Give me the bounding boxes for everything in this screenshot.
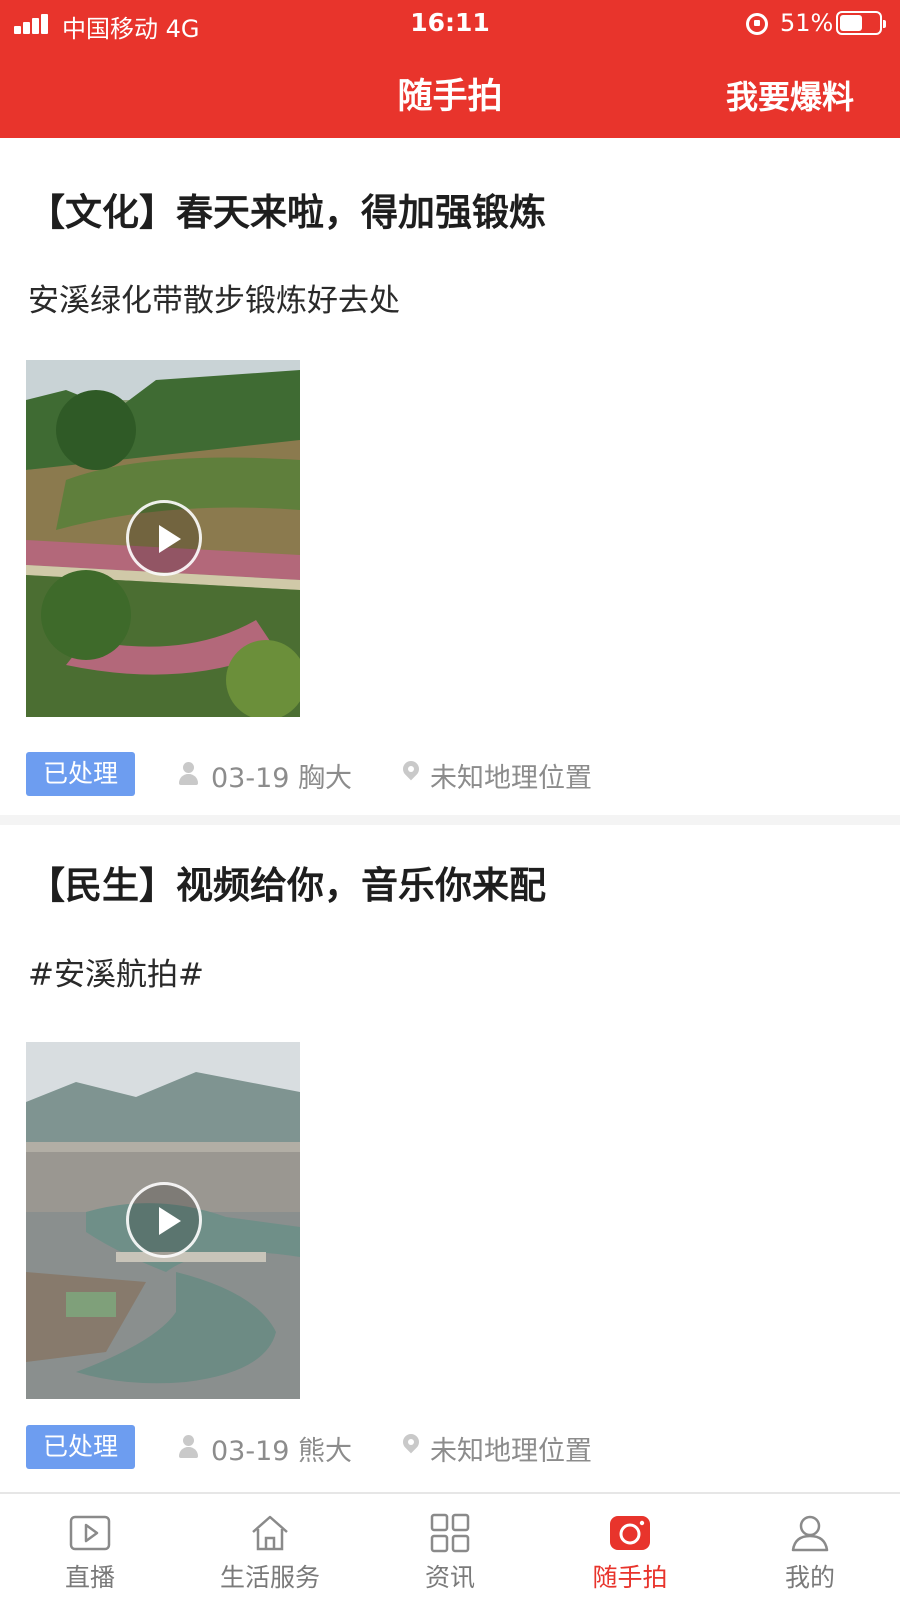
post-date-author: 03-19 熊大 bbox=[211, 1436, 353, 1467]
home-icon bbox=[252, 1515, 288, 1551]
feed-post[interactable]: 【民生】视频给你，音乐你来配 #安溪航拍# 已处理 03-19 熊大 未知地理位… bbox=[0, 825, 900, 1492]
status-badge: 已处理 bbox=[26, 1425, 135, 1469]
post-divider bbox=[0, 815, 900, 825]
tab-news[interactable]: 资讯 bbox=[360, 1494, 540, 1600]
post-description: 安溪绿化带散步锻炼好去处 bbox=[28, 283, 400, 319]
post-location: 未知地理位置 bbox=[430, 763, 592, 794]
tab-label: 我的 bbox=[784, 1563, 835, 1592]
tab-label: 资讯 bbox=[424, 1563, 475, 1592]
post-date-author: 03-19 胸大 bbox=[211, 763, 353, 794]
bottom-tab-bar: 直播 生活服务 资讯 随手拍 我的 bbox=[0, 1492, 900, 1600]
status-bar: 中国移动 4G 16:11 51% bbox=[0, 0, 900, 46]
camera-icon bbox=[610, 1516, 650, 1550]
play-icon bbox=[69, 1515, 111, 1551]
post-title[interactable]: 【文化】春天来啦，得加强锻炼 bbox=[28, 182, 546, 236]
play-icon[interactable] bbox=[126, 500, 202, 576]
tab-label: 直播 bbox=[64, 1563, 115, 1592]
location-pin-icon bbox=[402, 1434, 420, 1458]
feed-post[interactable]: 【文化】春天来啦，得加强锻炼 安溪绿化带散步锻炼好去处 已处理 03-19 胸大… bbox=[0, 138, 900, 815]
app-header: 中国移动 4G 16:11 51% 随手拍 我要爆料 bbox=[0, 0, 900, 138]
battery-icon bbox=[836, 11, 886, 35]
tab-label: 随手拍 bbox=[592, 1563, 668, 1592]
tab-snapshot[interactable]: 随手拍 bbox=[540, 1494, 720, 1600]
video-thumbnail[interactable] bbox=[26, 1042, 300, 1399]
user-icon bbox=[178, 1435, 198, 1459]
play-icon[interactable] bbox=[126, 1182, 202, 1258]
post-location: 未知地理位置 bbox=[430, 1436, 592, 1467]
status-badge: 已处理 bbox=[26, 752, 135, 796]
post-meta: 已处理 03-19 胸大 未知地理位置 bbox=[0, 752, 900, 798]
post-meta: 已处理 03-19 熊大 未知地理位置 bbox=[0, 1425, 900, 1471]
tab-profile[interactable]: 我的 bbox=[720, 1494, 900, 1600]
profile-icon bbox=[791, 1515, 829, 1552]
post-title[interactable]: 【民生】视频给你，音乐你来配 bbox=[28, 855, 546, 909]
location-pin-icon bbox=[402, 761, 420, 785]
video-thumbnail[interactable] bbox=[26, 360, 300, 717]
rotation-lock-icon bbox=[746, 13, 768, 35]
report-button[interactable]: 我要爆料 bbox=[726, 72, 854, 118]
tab-life-services[interactable]: 生活服务 bbox=[180, 1494, 360, 1600]
tab-live[interactable]: 直播 bbox=[0, 1494, 180, 1600]
user-icon bbox=[178, 762, 198, 786]
tab-label: 生活服务 bbox=[219, 1563, 320, 1592]
post-description: #安溪航拍# bbox=[28, 957, 204, 993]
grid-icon bbox=[430, 1513, 470, 1553]
battery-percentage: 51% bbox=[780, 9, 834, 37]
